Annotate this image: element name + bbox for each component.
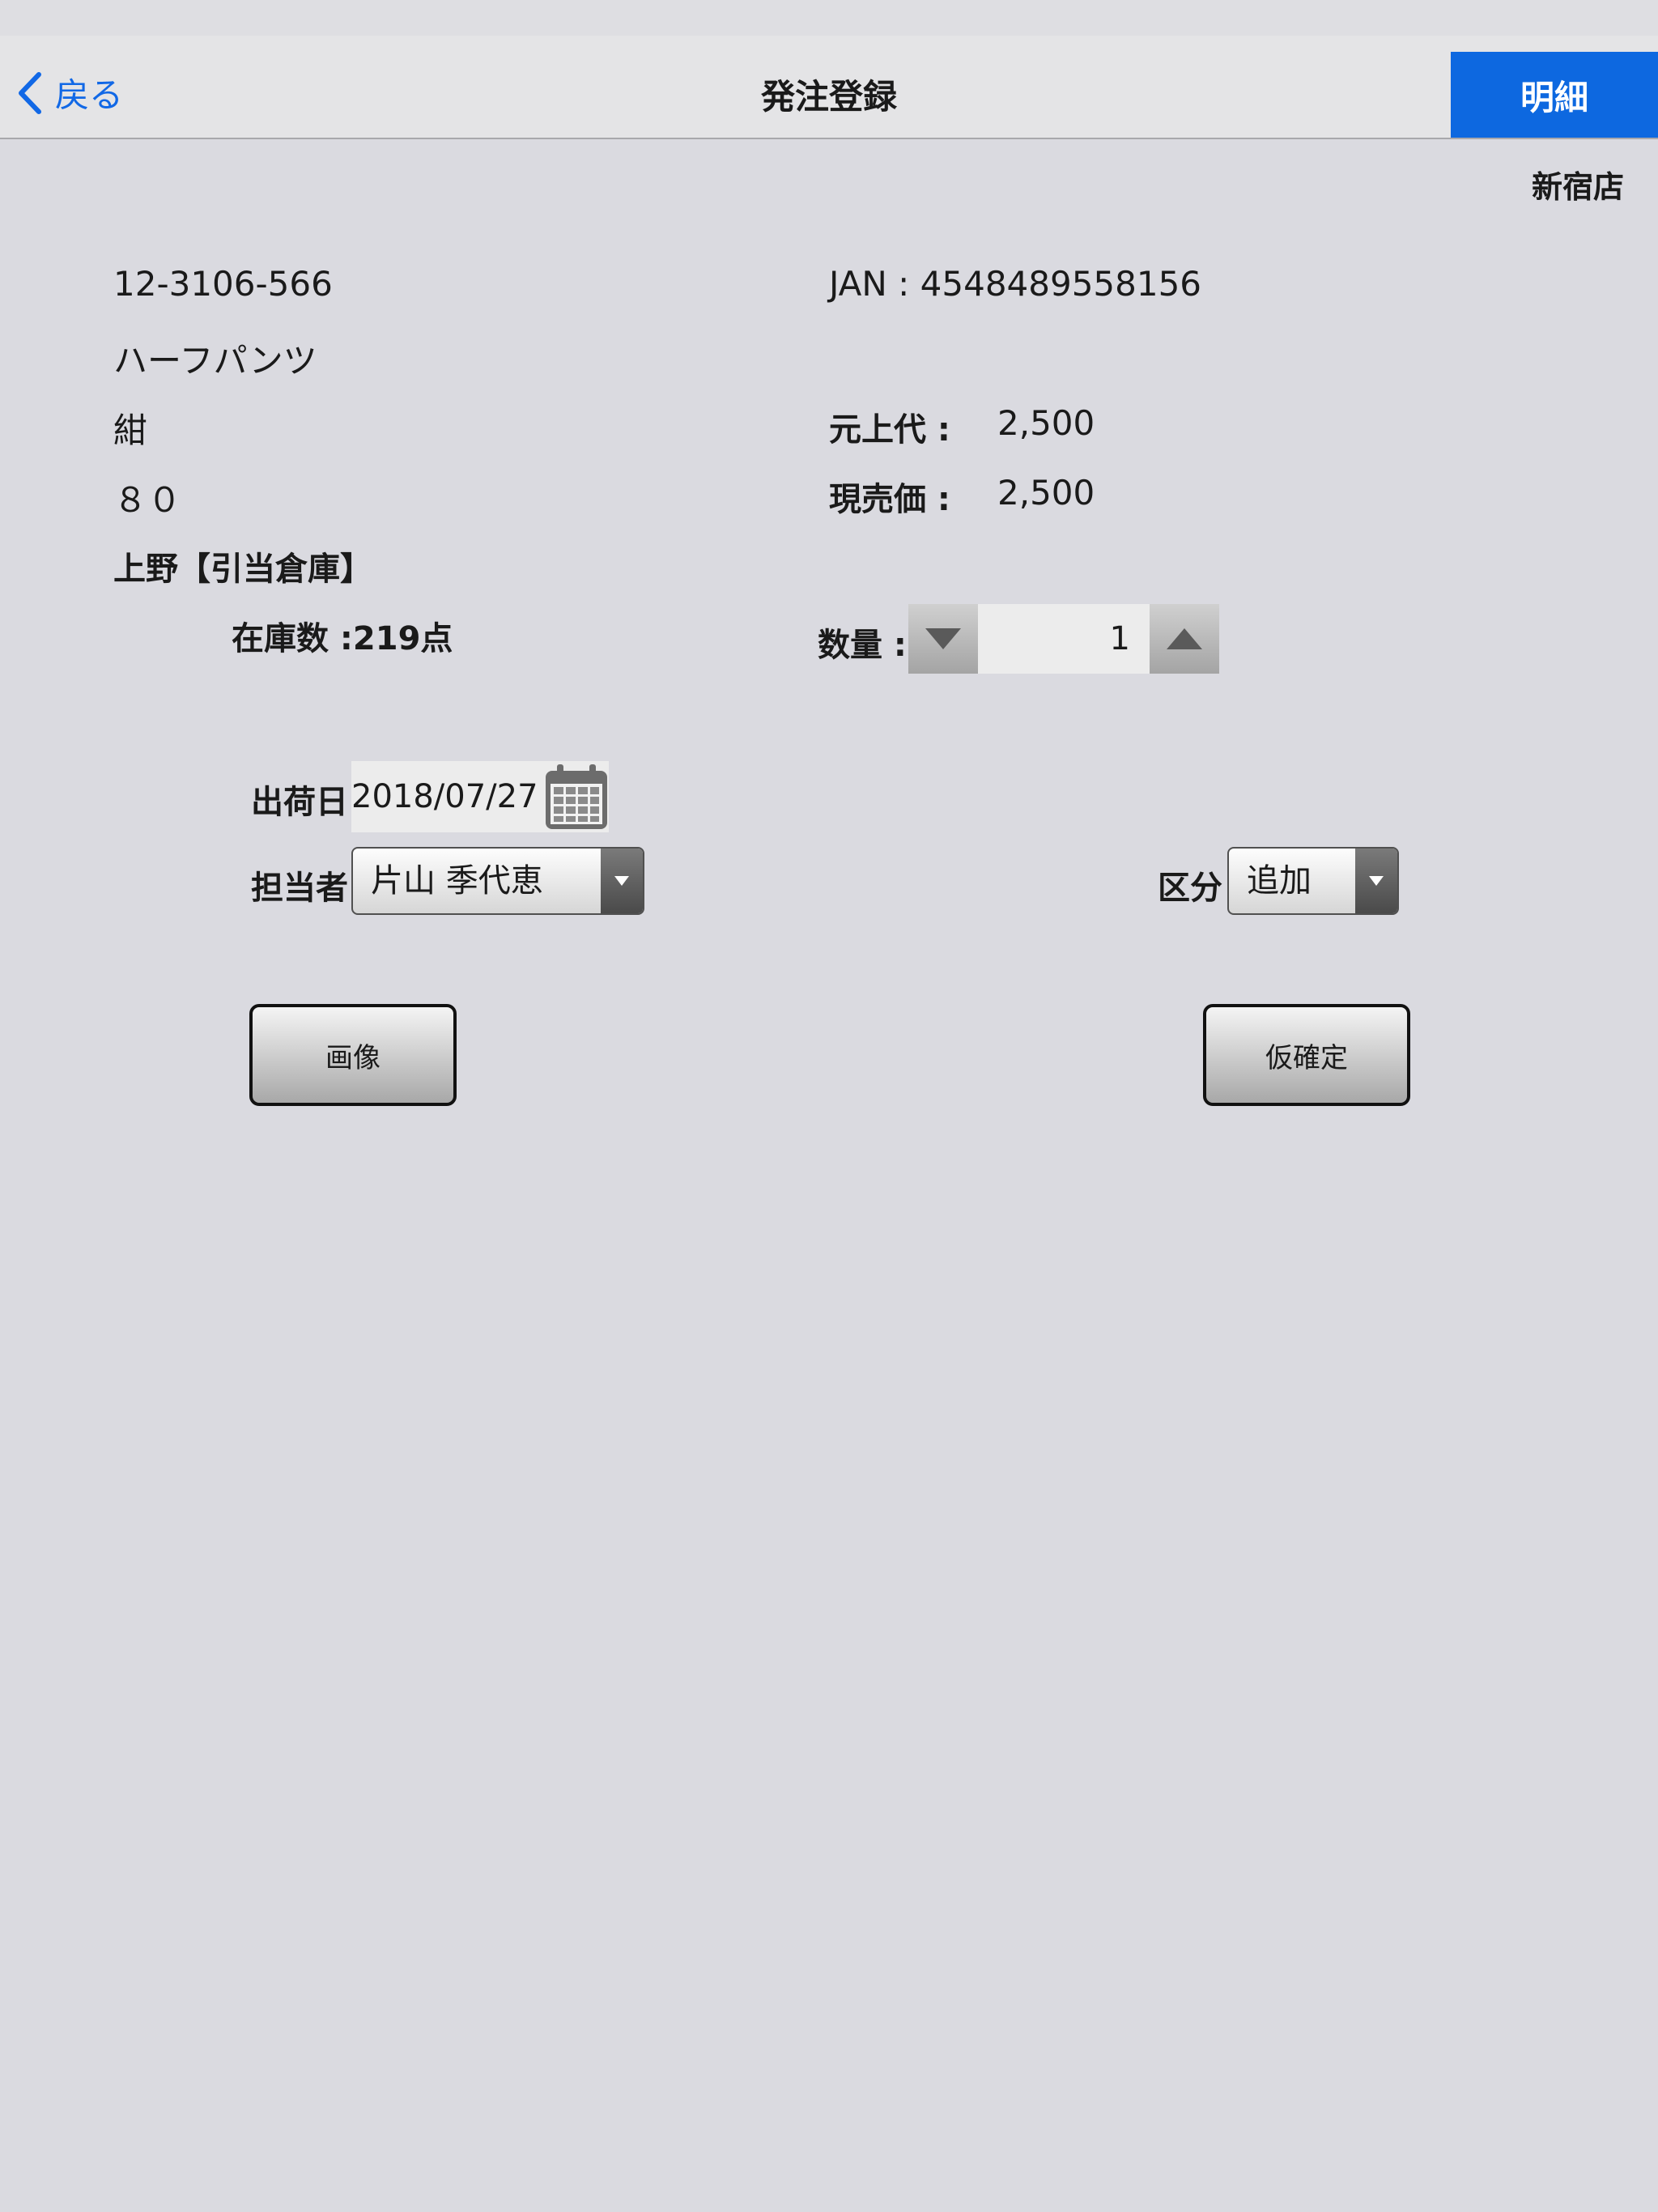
current-price-value: 2,500 [997,473,1095,513]
triangle-up-icon [1167,628,1202,649]
quantity-value[interactable]: 1 [978,604,1150,674]
quantity-decrement-button[interactable] [908,604,978,674]
product-color: 紺 [113,410,148,450]
store-name: 新宿店 [1531,169,1624,205]
provisional-confirm-button[interactable]: 仮確定 [1203,1004,1410,1106]
detail-button[interactable]: 明細 [1451,52,1658,138]
ship-date-value: 2018/07/27 [351,778,538,815]
original-price-value: 2,500 [997,403,1095,443]
staff-label: 担当者 [251,870,348,907]
category-value: 追加 [1247,862,1312,900]
stock-count: 在庫数 :219点 [232,620,453,657]
quantity-label: 数量 : [818,627,907,664]
status-bar [0,0,1658,36]
jan-code: JAN : 4548489558156 [829,264,1202,304]
calendar-icon[interactable] [542,763,610,831]
product-name: ハーフパンツ [113,341,317,381]
original-price-label: 元上代 : [829,411,950,449]
navigation-bar: 戻る 発注登録 明細 [0,36,1658,139]
dropdown-arrow-icon [601,849,643,913]
category-label: 区分 [1158,870,1222,907]
staff-select[interactable]: 片山 季代恵 [351,847,644,915]
quantity-increment-button[interactable] [1150,604,1219,674]
product-code: 12-3106-566 [113,264,333,304]
ship-date-label: 出荷日 [251,784,348,821]
product-size: ８０ [113,480,182,520]
page-title: 発注登録 [760,77,897,117]
warehouse-name: 上野【引当倉庫】 [113,551,372,588]
dropdown-arrow-icon [1355,849,1397,913]
image-button[interactable]: 画像 [249,1004,457,1106]
category-select[interactable]: 追加 [1227,847,1399,915]
quantity-stepper: 1 [908,604,1219,674]
current-price-label: 現売価 : [829,481,950,518]
staff-value: 片山 季代恵 [371,862,543,900]
triangle-down-icon [925,628,961,649]
ship-date-field[interactable]: 2018/07/27 [351,761,609,832]
